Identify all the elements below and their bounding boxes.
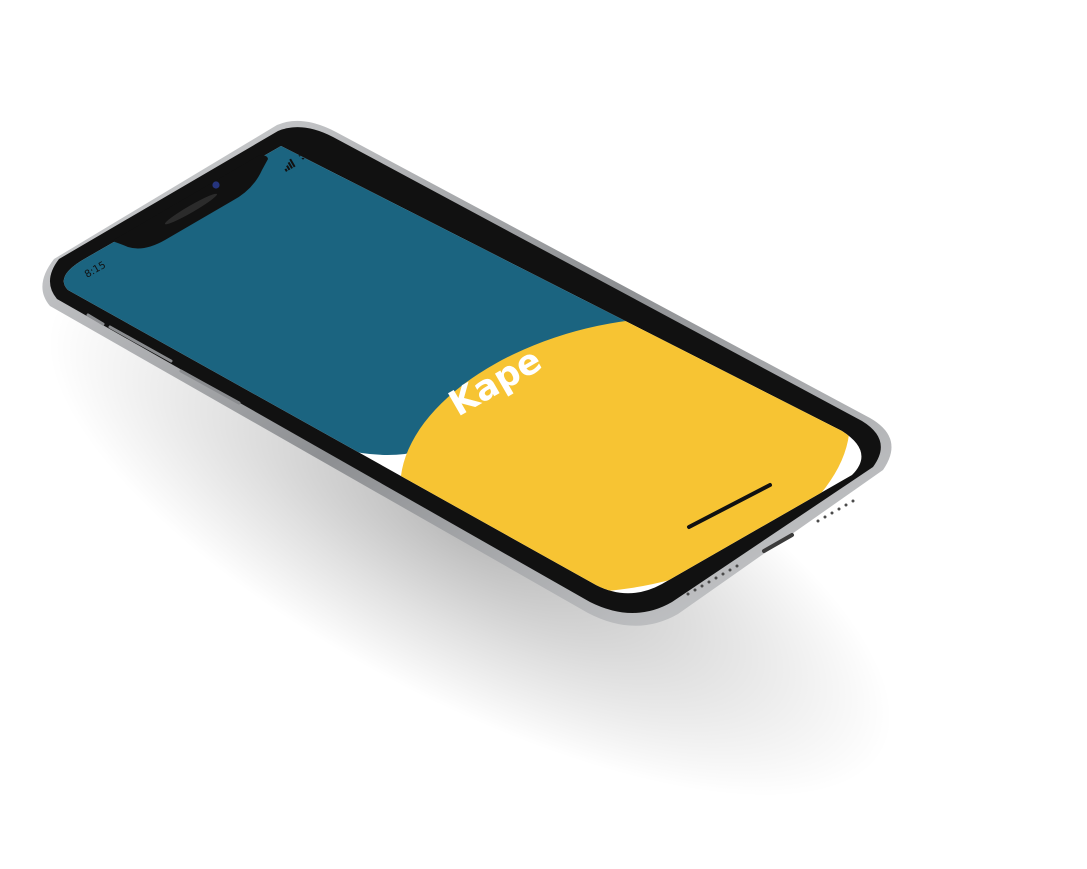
phone-mockup-scene: Kape 8:15 bbox=[42, 120, 893, 797]
front-camera-icon bbox=[212, 181, 220, 189]
